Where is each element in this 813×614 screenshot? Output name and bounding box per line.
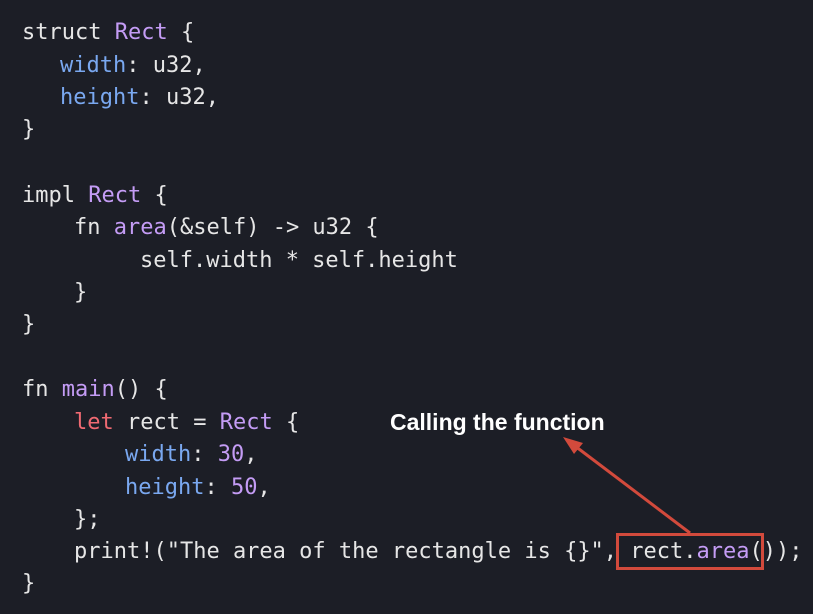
code-text: ); <box>776 539 803 564</box>
keyword-fn: fn <box>22 377 49 402</box>
function-name-area: area <box>113 215 167 240</box>
code-line-6: impl Rect { <box>22 180 168 212</box>
number-literal: 30 <box>217 442 245 467</box>
keyword-struct: struct <box>22 20 102 45</box>
code-text: (&self) -> u32 { <box>166 215 379 240</box>
code-line-16: }; <box>74 504 101 536</box>
code-line-10: } <box>22 309 35 341</box>
code-line-4: } <box>22 114 35 146</box>
code-text: : u32, <box>139 85 219 110</box>
field-width: width <box>60 53 127 78</box>
code-text: : u32, <box>126 53 206 78</box>
annotation-label: Calling the function <box>390 409 605 435</box>
code-text: } <box>74 280 88 305</box>
code-text: { <box>141 183 168 208</box>
code-line-9: } <box>74 277 87 309</box>
number-literal: 50 <box>230 475 258 500</box>
code-line-18: } <box>22 568 35 600</box>
code-text: () { <box>114 377 168 402</box>
code-text: { <box>272 410 300 435</box>
code-text: } <box>22 117 36 142</box>
code-text: }; <box>74 507 101 532</box>
keyword-fn: fn <box>74 215 101 240</box>
field-width: width <box>125 442 192 467</box>
code-line-1: struct Rect { <box>22 17 194 49</box>
code-text: } <box>22 571 36 596</box>
code-text: : <box>204 475 231 500</box>
type-rect: Rect <box>88 183 142 208</box>
code-line-2: width: u32, <box>60 50 206 82</box>
function-name-main: main <box>61 377 115 402</box>
highlight-box <box>616 533 764 570</box>
code-text: print!("The area of the rectangle is {}"… <box>74 539 631 564</box>
type-rect: Rect <box>114 20 168 45</box>
code-text: { <box>167 20 195 45</box>
code-text: , <box>257 475 271 500</box>
code-line-15: height: 50, <box>125 472 271 504</box>
type-rect: Rect <box>219 410 273 435</box>
keyword-impl: impl <box>22 183 75 208</box>
code-line-13: let rect = Rect { <box>74 407 299 439</box>
field-height: height <box>125 475 205 500</box>
code-line-12: fn main() { <box>22 374 168 406</box>
arrow-line <box>570 441 691 535</box>
code-text: rect = <box>113 410 220 435</box>
arrow-head <box>563 437 583 454</box>
code-text: } <box>22 312 36 337</box>
field-height: height <box>60 85 140 110</box>
code-editor: struct Rect { width: u32, height: u32, }… <box>0 0 813 614</box>
code-line-3: height: u32, <box>60 82 219 114</box>
code-line-8: self.width * self.height <box>140 245 458 277</box>
code-text: : <box>191 442 218 467</box>
code-text: self.width * self.height <box>140 248 458 273</box>
code-line-7: fn area(&self) -> u32 { <box>74 212 379 244</box>
keyword-let: let <box>74 410 114 435</box>
code-line-14: width: 30, <box>125 439 257 471</box>
code-text: , <box>244 442 258 467</box>
